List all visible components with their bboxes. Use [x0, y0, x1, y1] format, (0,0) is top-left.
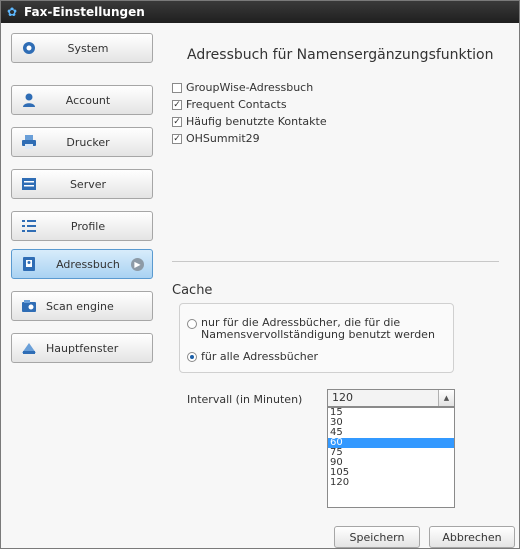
- interval-option[interactable]: 30: [328, 418, 454, 428]
- user-icon: [20, 92, 38, 108]
- checkbox-label: OHSummit29: [186, 132, 260, 145]
- sidebar-item-label: Hauptfenster: [46, 341, 119, 355]
- section-divider: [172, 261, 499, 262]
- sidebar-item-account[interactable]: Account: [11, 85, 153, 115]
- addressbook-icon: [20, 256, 38, 272]
- server-icon: [20, 176, 38, 192]
- addressbook-option-frequent-contacts[interactable]: ✓ Frequent Contacts: [172, 98, 287, 111]
- sidebar-item-label: Drucker: [66, 135, 110, 149]
- gear-icon: ✿: [7, 5, 18, 19]
- addressbook-option-groupwise[interactable]: GroupWise-Adressbuch: [172, 81, 313, 94]
- checkbox-label: Frequent Contacts: [186, 98, 287, 111]
- section-heading-addressbook: Adressbuch für Namensergänzungsfunktion: [187, 47, 494, 63]
- sidebar-item-server[interactable]: Server: [11, 169, 153, 199]
- interval-label: Intervall (in Minuten): [187, 393, 303, 406]
- sidebar-item-adressbuch[interactable]: Adressbuch ▶: [11, 249, 153, 279]
- addressbook-option-haeufig[interactable]: ✓ Häufig benutzte Kontakte: [172, 115, 327, 128]
- sidebar-item-label: Profile: [70, 219, 106, 233]
- sidebar-item-label: Server: [69, 177, 107, 191]
- home-icon: [20, 340, 38, 356]
- cache-option-used[interactable]: nur für die Adressbücher, die für die Na…: [187, 317, 447, 341]
- interval-select[interactable]: 120 ▲: [327, 389, 455, 407]
- checkbox[interactable]: ✓: [172, 99, 182, 110]
- gear-icon: [20, 40, 38, 56]
- sidebar-item-profile[interactable]: Profile: [11, 211, 153, 241]
- checkbox[interactable]: ✓: [172, 133, 182, 144]
- save-button[interactable]: Speichern: [334, 526, 420, 548]
- settings-window: ✿ Fax-Einstellungen System Account Druck…: [0, 0, 520, 549]
- list-icon: [20, 218, 38, 234]
- sidebar-item-scan-engine[interactable]: Scan engine: [11, 291, 153, 321]
- cache-option-all[interactable]: für alle Adressbücher: [187, 350, 318, 363]
- interval-dropdown-list: 15 30 45 60 75 90 105 120: [327, 407, 455, 508]
- chevron-up-icon[interactable]: ▲: [438, 390, 454, 406]
- interval-option[interactable]: 75: [328, 448, 454, 458]
- radio-label: für alle Adressbücher: [201, 350, 319, 363]
- checkbox[interactable]: [172, 82, 182, 93]
- cache-options-group: nur für die Adressbücher, die für die Na…: [179, 303, 454, 373]
- title-bar[interactable]: ✿ Fax-Einstellungen: [1, 1, 519, 23]
- sidebar-item-label: System: [67, 41, 109, 55]
- section-heading-cache: Cache: [172, 283, 213, 298]
- sidebar-item-hauptfenster[interactable]: Hauptfenster: [11, 333, 153, 363]
- radio-button[interactable]: [187, 319, 197, 329]
- addressbook-option-ohsummit[interactable]: ✓ OHSummit29: [172, 132, 260, 145]
- interval-value: 120: [332, 391, 353, 404]
- checkbox-label: Häufig benutzte Kontakte: [186, 115, 327, 128]
- sidebar-item-label: Scan engine: [46, 299, 114, 313]
- interval-option[interactable]: 120: [328, 478, 454, 488]
- interval-option[interactable]: 15: [328, 408, 454, 418]
- sidebar: System Account Drucker Server Profile Ad…: [11, 33, 159, 541]
- printer-icon: [20, 134, 38, 150]
- radio-button[interactable]: [187, 352, 197, 362]
- sidebar-item-system[interactable]: System: [11, 33, 153, 63]
- sidebar-item-label: Account: [65, 93, 111, 107]
- radio-label: nur für die Adressbücher, die für die Na…: [201, 316, 435, 341]
- scan-icon: [20, 298, 38, 314]
- sidebar-item-drucker[interactable]: Drucker: [11, 127, 153, 157]
- chevron-right-icon: ▶: [131, 258, 144, 271]
- checkbox[interactable]: ✓: [172, 116, 182, 127]
- interval-option[interactable]: 45: [328, 428, 454, 438]
- checkbox-label: GroupWise-Adressbuch: [186, 81, 314, 94]
- cancel-button[interactable]: Abbrechen: [429, 526, 515, 548]
- interval-option-highlighted[interactable]: 60: [328, 438, 454, 448]
- addressbook-panel: Adressbuch für Namensergänzungsfunktion …: [169, 33, 509, 508]
- window-title: Fax-Einstellungen: [24, 5, 145, 19]
